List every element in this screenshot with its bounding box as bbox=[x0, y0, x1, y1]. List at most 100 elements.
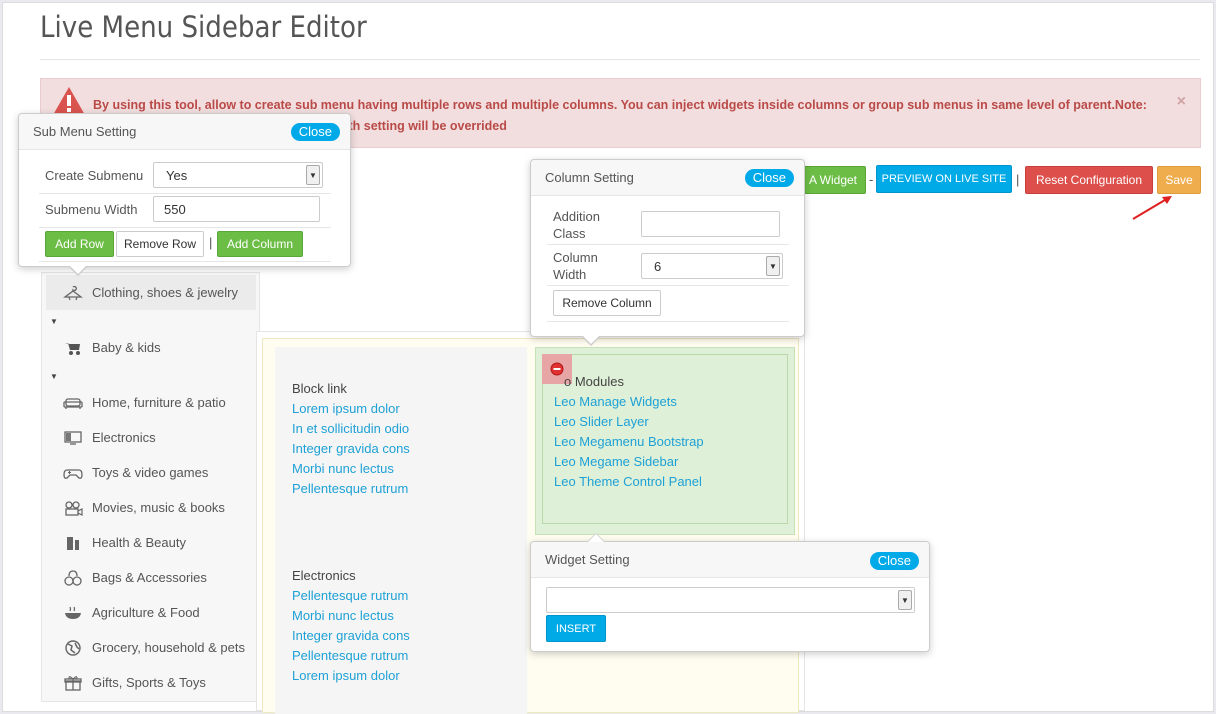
reset-configuration-button[interactable]: Reset Configuration bbox=[1025, 166, 1153, 194]
bag-icon bbox=[62, 569, 84, 587]
divider bbox=[547, 244, 789, 245]
submenu-width-input[interactable]: 550 bbox=[153, 196, 320, 222]
popover-title: Widget Setting bbox=[545, 552, 630, 567]
sidebar-item-label: Home, furniture & patio bbox=[92, 395, 226, 410]
preview-live-site-button[interactable]: PREVIEW ON LIVE SITE bbox=[876, 165, 1012, 193]
close-button[interactable]: Close bbox=[290, 123, 340, 141]
submenu-panel: Block link Lorem ipsum dolor In et solli… bbox=[256, 331, 805, 714]
menu-link[interactable]: Integer gravida cons bbox=[292, 439, 410, 459]
sidebar-item-label: Grocery, household & pets bbox=[92, 640, 245, 655]
add-widget-button[interactable]: A Widget bbox=[800, 166, 866, 194]
sidebar-item-health-beauty[interactable]: Health & Beauty bbox=[46, 525, 256, 560]
food-icon bbox=[62, 604, 84, 622]
film-icon bbox=[62, 499, 84, 517]
menu-link[interactable]: In et sollicitudin odio bbox=[292, 419, 410, 439]
sidebar-item-gifts-sports[interactable]: Gifts, Sports & Toys bbox=[46, 665, 256, 700]
stroller-icon bbox=[62, 339, 84, 357]
menu-link[interactable]: Leo Megame Sidebar bbox=[554, 452, 704, 472]
save-button[interactable]: Save bbox=[1157, 166, 1201, 194]
toolbar-separator-dash: - bbox=[869, 172, 874, 187]
popover-header: Column Setting Close bbox=[531, 160, 804, 196]
hanger-icon bbox=[62, 284, 84, 302]
menu-link[interactable]: Morbi nunc lectus bbox=[292, 459, 410, 479]
sidebar-item-label: Clothing, shoes & jewelry bbox=[92, 285, 238, 300]
sidebar-item-electronics[interactable]: Electronics bbox=[46, 420, 256, 455]
sidebar-item-movies-music[interactable]: Movies, music & books bbox=[46, 490, 256, 525]
popover-arrow-inner bbox=[583, 336, 599, 344]
add-row-button[interactable]: Add Row bbox=[45, 231, 114, 257]
popover-header: Widget Setting Close bbox=[531, 542, 929, 578]
sidebar-item-label: Electronics bbox=[92, 430, 156, 445]
globe-icon bbox=[62, 639, 84, 657]
popover-header: Sub Menu Setting Close bbox=[19, 114, 350, 150]
sidebar-item-label: Baby & kids bbox=[92, 340, 161, 355]
remove-row-button[interactable]: Remove Row bbox=[116, 231, 204, 257]
group-title: o Modules bbox=[564, 374, 624, 389]
toolbar-separator-pipe: | bbox=[1016, 172, 1020, 187]
alert-close-icon[interactable]: × bbox=[1177, 93, 1186, 111]
monitor-icon bbox=[62, 429, 84, 447]
caret-down-icon[interactable]: ▼ bbox=[50, 317, 58, 326]
leo-modules-group: o Modules bbox=[564, 372, 624, 392]
separator-pipe: | bbox=[209, 235, 213, 250]
column-width-select[interactable]: 6 ▼ bbox=[641, 253, 783, 279]
menu-link[interactable]: Leo Megamenu Bootstrap bbox=[554, 432, 704, 452]
column-setting-popover: Column Setting Close Addition Class Colu… bbox=[530, 159, 805, 337]
divider bbox=[39, 193, 331, 194]
submenu-column-selected[interactable]: o Modules Leo Manage Widgets Leo Slider … bbox=[535, 347, 795, 535]
menu-link[interactable]: Integer gravida cons bbox=[292, 626, 410, 646]
close-button[interactable]: Close bbox=[744, 169, 794, 187]
sidebar-item-grocery-household[interactable]: Grocery, household & pets bbox=[46, 630, 256, 665]
menu-link[interactable]: Leo Manage Widgets bbox=[554, 392, 704, 412]
sidebar-item-label: Health & Beauty bbox=[92, 535, 186, 550]
sidebar-item-label: Gifts, Sports & Toys bbox=[92, 675, 206, 690]
menu-link[interactable]: Lorem ipsum dolor bbox=[292, 666, 410, 686]
menu-link[interactable]: Morbi nunc lectus bbox=[292, 606, 410, 626]
menu-link[interactable]: Leo Theme Control Panel bbox=[554, 472, 704, 492]
chevron-down-icon: ▼ bbox=[898, 590, 912, 610]
create-submenu-select[interactable]: Yes ▼ bbox=[153, 162, 323, 188]
menu-link[interactable]: Pellentesque rutrum bbox=[292, 479, 410, 499]
submenu-row: Block link Lorem ipsum dolor In et solli… bbox=[262, 338, 799, 714]
submenu-setting-popover: Sub Menu Setting Close Create Submenu Ye… bbox=[18, 113, 351, 267]
menu-link[interactable]: Pellentesque rutrum bbox=[292, 646, 410, 666]
widget-select[interactable]: ▼ bbox=[546, 587, 915, 613]
divider bbox=[547, 285, 789, 286]
chevron-down-icon: ▼ bbox=[766, 256, 780, 276]
column-width-label: Column Width bbox=[553, 250, 598, 282]
divider bbox=[39, 261, 331, 262]
sidebar-item-label: Movies, music & books bbox=[92, 500, 225, 515]
sidebar-item-clothing[interactable]: Clothing, shoes & jewelry bbox=[46, 275, 256, 310]
addition-class-input[interactable] bbox=[641, 211, 780, 237]
insert-widget-button[interactable]: INSERT bbox=[546, 615, 606, 642]
sidebar-item-label: Agriculture & Food bbox=[92, 605, 200, 620]
add-column-button[interactable]: Add Column bbox=[217, 231, 303, 257]
popover-title: Column Setting bbox=[545, 170, 634, 185]
caret-down-icon[interactable]: ▼ bbox=[50, 372, 58, 381]
group-title: Electronics bbox=[292, 568, 356, 583]
popover-title: Sub Menu Setting bbox=[33, 124, 137, 139]
addition-class-label: Addition Class bbox=[553, 209, 600, 241]
sidebar-item-bags-accessories[interactable]: Bags & Accessories bbox=[46, 560, 256, 595]
menu-link[interactable]: Pellentesque rutrum bbox=[292, 586, 410, 606]
gift-icon bbox=[62, 674, 84, 692]
remove-column-button[interactable]: Remove Column bbox=[553, 290, 661, 316]
sidebar-item-toys-games[interactable]: Toys & video games bbox=[46, 455, 256, 490]
sidebar-item-home-furniture[interactable]: Home, furniture & patio bbox=[46, 385, 256, 420]
sidebar-menu: Clothing, shoes & jewelry ▼ Baby & kids … bbox=[41, 272, 260, 702]
menu-link[interactable]: Lorem ipsum dolor bbox=[292, 399, 410, 419]
gamepad-icon bbox=[62, 464, 84, 482]
leo-modules-links: Leo Manage Widgets Leo Slider Layer Leo … bbox=[554, 392, 704, 492]
close-button[interactable]: Close bbox=[869, 552, 919, 570]
submenu-column-left[interactable]: Block link Lorem ipsum dolor In et solli… bbox=[275, 347, 527, 714]
sidebar-item-label: Toys & video games bbox=[92, 465, 209, 480]
create-submenu-label: Create Submenu bbox=[45, 168, 144, 183]
popover-arrow-inner bbox=[588, 534, 604, 542]
menu-link[interactable]: Leo Slider Layer bbox=[554, 412, 704, 432]
sidebar-item-label: Bags & Accessories bbox=[92, 570, 207, 585]
sidebar-item-baby-kids[interactable]: Baby & kids bbox=[46, 330, 256, 365]
block-link-group: Block link Lorem ipsum dolor In et solli… bbox=[292, 379, 410, 499]
divider bbox=[39, 227, 331, 228]
title-divider bbox=[40, 59, 1200, 60]
sidebar-item-agriculture-food[interactable]: Agriculture & Food bbox=[46, 595, 256, 630]
